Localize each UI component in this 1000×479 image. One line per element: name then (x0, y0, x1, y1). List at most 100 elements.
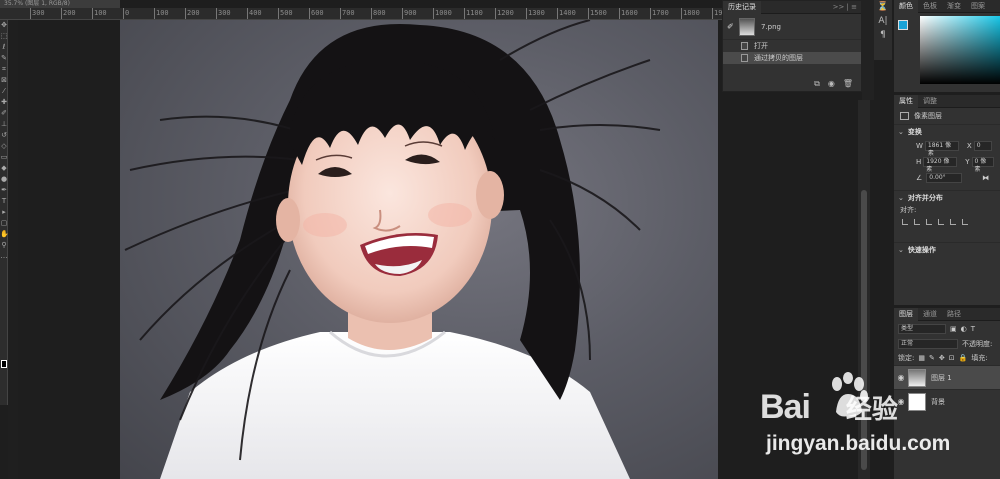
filter-adjustment-icon[interactable]: ◐ (961, 325, 967, 333)
move-tool-icon[interactable]: ✥ (0, 20, 8, 31)
new-document-from-state-icon[interactable]: ⧉ (814, 79, 820, 89)
foreground-color-swatch[interactable] (1, 360, 7, 368)
lock-image-icon[interactable]: ✎ (929, 354, 935, 362)
blend-row: 正常 不透明度: (894, 337, 1000, 351)
y-field[interactable]: 0 像素 (971, 157, 994, 173)
document-canvas[interactable] (120, 20, 718, 479)
brush-tool-icon[interactable]: ✐ (0, 108, 8, 119)
ruler-tick-mark (495, 8, 496, 19)
history-brush-source-icon[interactable]: ✐ (727, 22, 737, 31)
healing-brush-tool-icon[interactable]: ✚ (0, 97, 8, 108)
tab-swatches[interactable]: 色板 (918, 0, 942, 13)
align-bottom-icon[interactable] (962, 219, 968, 225)
x-field[interactable]: 0 (973, 141, 992, 151)
canvas-vertical-scrollbar[interactable] (858, 100, 870, 479)
panel-menu-icon[interactable]: >> | ≡ (833, 1, 857, 14)
pen-tool-icon[interactable]: ✒ (0, 185, 8, 196)
tab-gradients[interactable]: 渐变 (942, 0, 966, 13)
tab-layers[interactable]: 图层 (894, 308, 918, 321)
quick-select-tool-icon[interactable]: ✎ (0, 53, 8, 64)
ruler-tick-mark (216, 8, 217, 19)
history-brush-tool-icon[interactable]: ↺ (0, 130, 8, 141)
type-tool-icon[interactable]: T (0, 196, 8, 207)
vertical-ruler[interactable] (8, 20, 18, 479)
align-middle-v-icon[interactable] (950, 219, 956, 225)
layer-kind-label: 像素图层 (914, 112, 942, 120)
layer-thumbnail (908, 392, 926, 411)
paragraph-panel-icon[interactable]: ¶ (874, 28, 892, 42)
trash-icon[interactable]: 🗑 (843, 79, 853, 89)
eraser-tool-icon[interactable]: ◇ (0, 141, 8, 152)
fg-bg-swatches (898, 20, 912, 36)
visibility-eye-icon[interactable]: ◉ (894, 397, 908, 406)
tab-history[interactable]: 历史记录 (723, 1, 761, 14)
ruler-tick-label: 1600 (621, 9, 638, 17)
layer-name: 图层 1 (931, 373, 952, 382)
lock-transparent-icon[interactable]: ▦ (918, 354, 925, 362)
align-label: 对齐并分布 (907, 193, 943, 202)
shape-tool-icon[interactable]: ▢ (0, 218, 8, 229)
height-field[interactable]: 1920 像素 (923, 157, 958, 173)
marquee-tool-icon[interactable]: ⬚ (0, 31, 8, 42)
character-panel-icon[interactable]: A| (874, 14, 892, 28)
scrollbar-thumb[interactable] (861, 190, 867, 470)
filter-pixel-icon[interactable]: ▣ (950, 325, 957, 333)
ruler-tick-label: 600 (311, 9, 324, 17)
foreground-color[interactable] (898, 20, 908, 30)
lasso-tool-icon[interactable]: ℓ (0, 42, 8, 53)
eyedropper-tool-icon[interactable]: ⁄ (0, 86, 8, 97)
document-tab[interactable]: 35.7% (图层 1, RGB/8) (0, 0, 120, 8)
history-snapshot[interactable]: ✐ 7.png (723, 14, 861, 40)
blur-tool-icon[interactable]: ◆ (0, 163, 8, 174)
align-left-icon[interactable] (902, 219, 908, 225)
layer-row[interactable]: ◉ 背景 (894, 389, 1000, 413)
tab-paths[interactable]: 路径 (942, 308, 966, 321)
layer-row[interactable]: ◉ 图层 1 (894, 365, 1000, 389)
ruler-tick-mark (92, 8, 93, 19)
width-field[interactable]: 1861 像素 (924, 141, 959, 157)
ruler-tick-label: 1300 (528, 9, 545, 17)
history-panel-icon[interactable]: ⏳ (874, 0, 892, 14)
lock-position-icon[interactable]: ✥ (939, 354, 945, 362)
zoom-tool-icon[interactable]: ⚲ (0, 240, 8, 251)
visibility-eye-icon[interactable]: ◉ (894, 373, 908, 382)
transform-section-header[interactable]: ⌄ 变换 (894, 124, 1000, 138)
filter-type-icon[interactable]: T (971, 325, 975, 333)
tab-adjustments[interactable]: 调整 (918, 95, 942, 108)
camera-icon[interactable]: ◉ (828, 79, 835, 89)
tab-properties[interactable]: 属性 (894, 95, 918, 108)
lock-all-icon[interactable]: 🔒 (959, 354, 968, 362)
lock-artboard-icon[interactable]: ⊡ (949, 354, 955, 362)
history-item[interactable]: 打开 (723, 40, 861, 52)
align-right-icon[interactable] (926, 219, 932, 225)
gradient-tool-icon[interactable]: ▭ (0, 152, 8, 163)
color-picker-field[interactable] (920, 16, 1000, 84)
tab-patterns[interactable]: 图案 (966, 0, 990, 13)
w-label: W (916, 142, 923, 150)
photo-girl-smiling (124, 20, 661, 479)
history-item[interactable]: 通过拷贝的图层 (723, 52, 861, 64)
path-select-tool-icon[interactable]: ▸ (0, 207, 8, 218)
angle-field[interactable]: 0.00° (926, 173, 963, 183)
blend-mode-select[interactable]: 正常 (898, 339, 958, 349)
align-center-h-icon[interactable] (914, 219, 920, 225)
align-section-header[interactable]: ⌄ 对齐并分布 (894, 190, 1000, 204)
flip-horizontal-icon[interactable]: ⧓ (982, 174, 989, 182)
dodge-tool-icon[interactable]: ● (0, 174, 8, 185)
stamp-tool-icon[interactable]: ⊥ (0, 119, 8, 130)
h-label: H (916, 158, 922, 166)
more-tools-icon[interactable]: … (0, 251, 8, 262)
quick-actions-label: 快速操作 (907, 245, 936, 254)
history-panel: 历史记录 >> | ≡ ✐ 7.png 打开 通过拷贝的图层 ⧉ ◉ 🗑 (722, 0, 862, 92)
tab-channels[interactable]: 通道 (918, 308, 942, 321)
chevron-down-icon: ⌄ (898, 193, 904, 202)
frame-tool-icon[interactable]: ⊠ (0, 75, 8, 86)
horizontal-ruler[interactable]: 300 200 100 0 100 200 300 400 500 600 700 800 900 100… (0, 8, 722, 20)
hand-tool-icon[interactable]: ✋ (0, 229, 9, 240)
align-top-icon[interactable] (938, 219, 944, 225)
crop-tool-icon[interactable]: ⌗ (0, 64, 8, 75)
layer-filter-select[interactable]: 类型 (898, 324, 946, 334)
tab-color[interactable]: 颜色 (894, 0, 918, 13)
ruler-tick-label: 700 (342, 9, 355, 17)
quick-actions-header[interactable]: ⌄ 快速操作 (894, 242, 1000, 256)
